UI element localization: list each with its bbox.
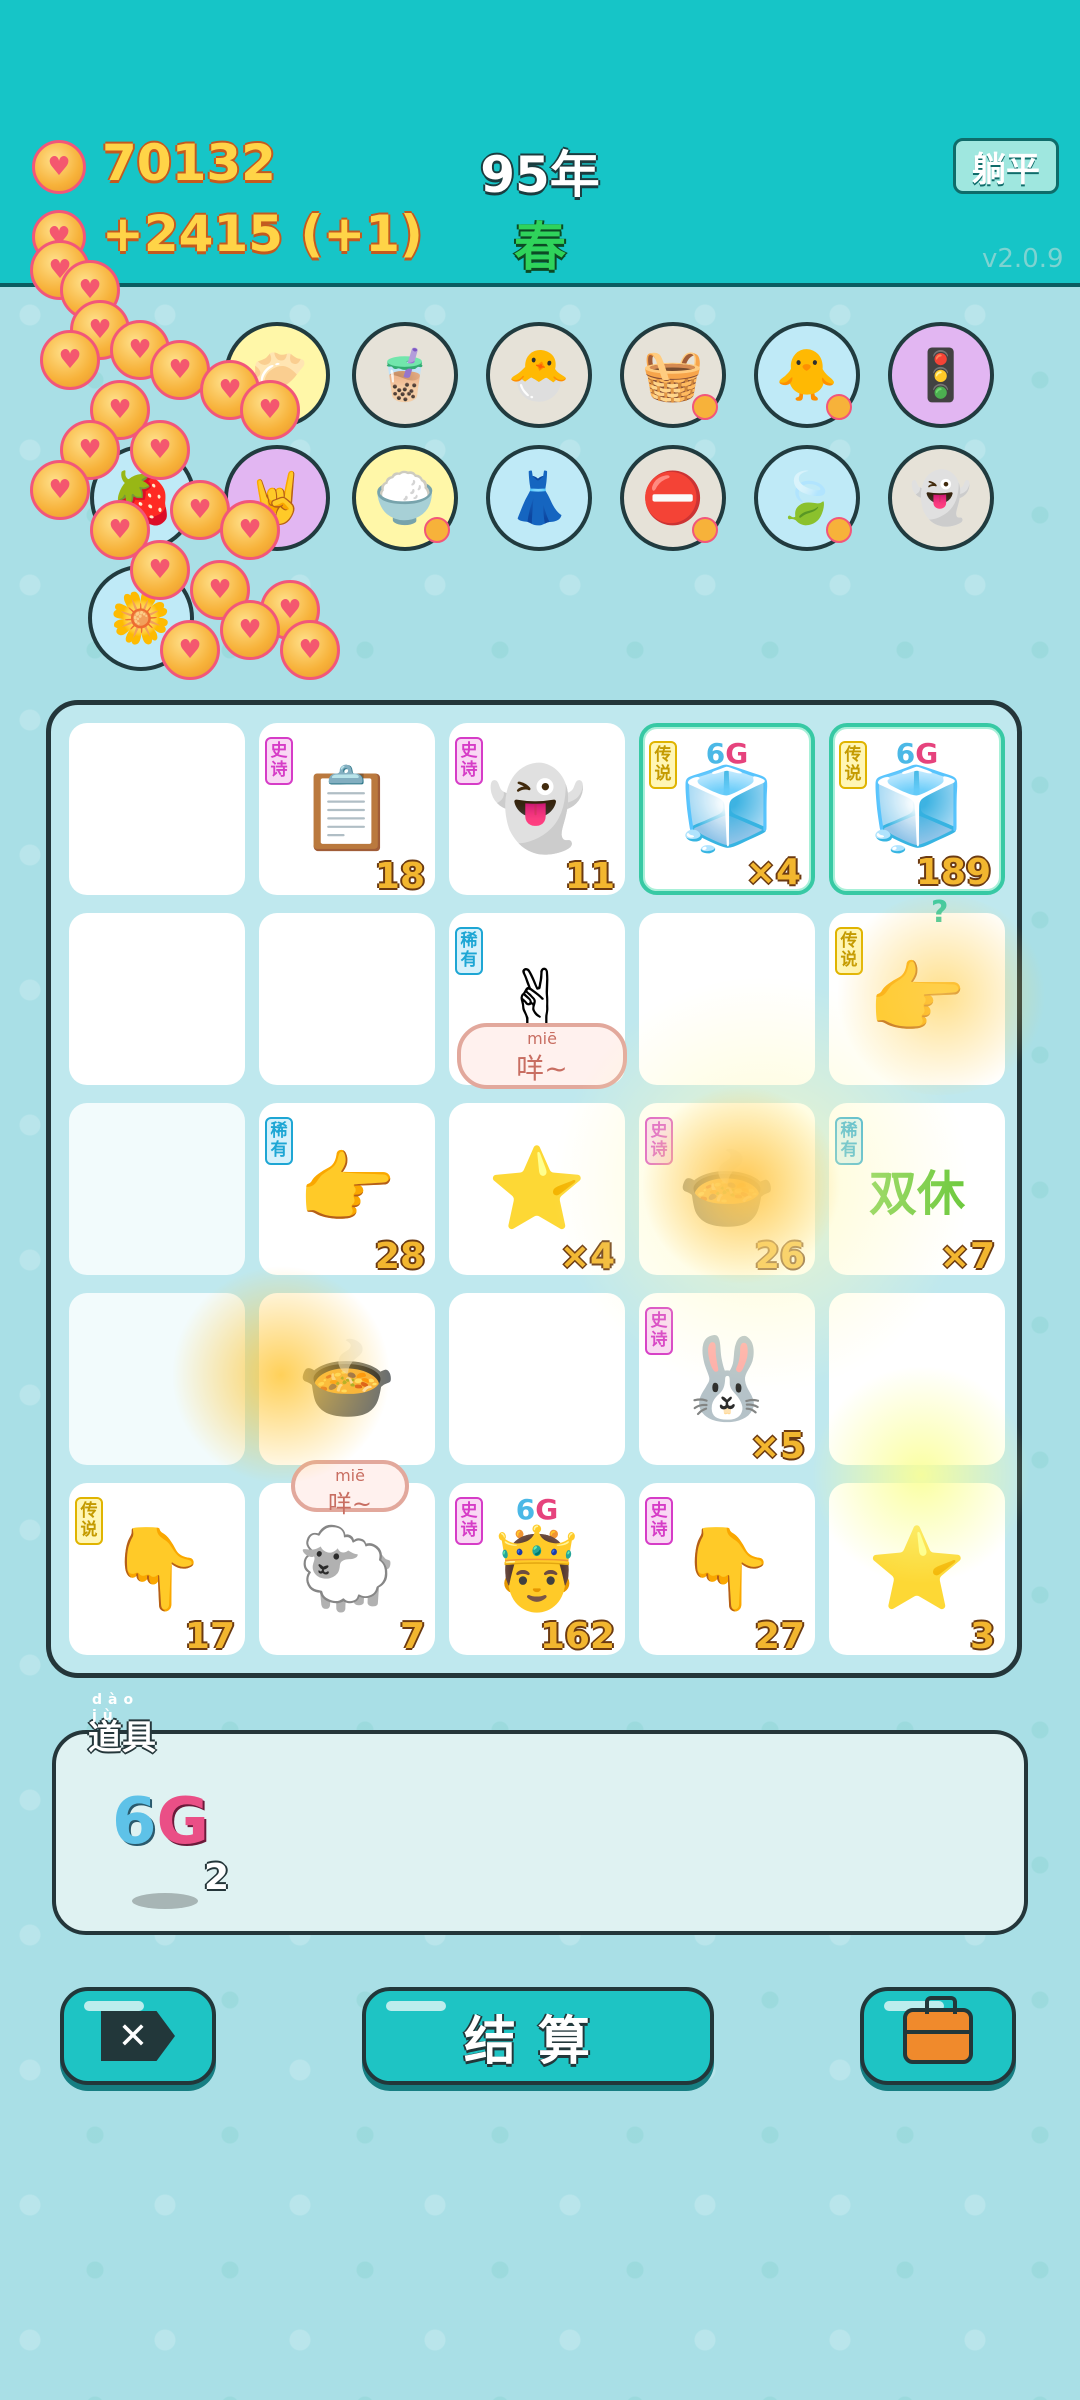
tile-copy-paste-card[interactable]: 📋 史诗 18 xyxy=(259,723,435,897)
tile-6g-king[interactable]: 🤴 6G 史诗 162 xyxy=(449,1483,625,1657)
year-label: 95年 xyxy=(480,146,600,204)
leaf-icon[interactable]: 🍃 xyxy=(754,445,860,551)
tile-count: ×4 xyxy=(559,1236,615,1277)
bubble-tea-icon[interactable]: 🧋 xyxy=(352,322,458,428)
rarity-tag: 史诗 xyxy=(645,1117,673,1165)
chick-egg-icon[interactable]: 🐥 xyxy=(754,322,860,428)
rarity-tag: 史诗 xyxy=(455,737,483,785)
tile-count: 27 xyxy=(754,1616,805,1657)
rarity-tag: 传说 xyxy=(835,927,863,975)
rarity-tag: 传说 xyxy=(649,741,677,789)
tile-6g-fridge[interactable]: 🧊 6G 传说 189 xyxy=(829,723,1005,895)
tile-empty[interactable] xyxy=(639,913,815,1085)
tile-empty[interactable] xyxy=(259,913,435,1085)
tile-pot-burst[interactable]: 🍲 xyxy=(259,1293,435,1465)
skip-button[interactable]: ✕ xyxy=(60,1987,216,2085)
6g-item-count: 2 xyxy=(204,1857,230,1898)
coin-badge-icon xyxy=(826,517,852,543)
pleated-skirt-icon[interactable]: 👗 xyxy=(486,445,592,551)
rarity-tag: 史诗 xyxy=(645,1497,673,1545)
tile-count: ×5 xyxy=(749,1426,805,1467)
pot-burst-icon: 🍲 xyxy=(297,1332,397,1425)
no-entry-icon[interactable]: ⛔ xyxy=(620,445,726,551)
tile-double-rest[interactable]: 双休 稀有 ×7 xyxy=(829,1103,1005,1277)
briefcase-icon xyxy=(903,1996,973,2064)
tile-count: 11 xyxy=(564,856,615,897)
rice-bowl-icon[interactable]: 🍚 xyxy=(352,445,458,551)
flying-coin-icon: ♥ xyxy=(240,380,300,440)
tile-count: ×7 xyxy=(939,1236,995,1277)
settle-button[interactable]: 结算 xyxy=(362,1987,714,2085)
slot-board: 📋 史诗 18 👻 史诗 11 🧊 6G 传说 ×4 🧊 6G 传说 189 ✌ 稀有 👉 传说 👉 稀有 28 ⭐ ×4 🍲… xyxy=(46,700,1051,1678)
tile-count: ×4 xyxy=(745,852,801,893)
rarity-tag: 史诗 xyxy=(645,1307,673,1355)
sheep-speech-bubble-small: miē 咩~ xyxy=(291,1460,409,1518)
version-label: v2.0.9 xyxy=(982,244,1064,274)
tile-count: 3 xyxy=(969,1616,995,1657)
item-shadow xyxy=(132,1893,198,1909)
close-icon: ✕ xyxy=(101,2011,175,2061)
rarity-tag: 史诗 xyxy=(265,737,293,785)
rarity-tag: 传说 xyxy=(75,1497,103,1545)
tile-empty[interactable] xyxy=(449,1293,625,1465)
tile-star[interactable]: ⭐ ×4 xyxy=(449,1103,625,1277)
items-title: dào jù 道具 xyxy=(88,1692,156,1758)
top-bar: ♥ 70132 ♥ +2415 (+1) 95年 春 躺平 v2.0.9 xyxy=(0,0,1080,287)
tile-count: 18 xyxy=(374,856,425,897)
coin-badge-icon xyxy=(692,394,718,420)
tile-count: 28 xyxy=(374,1236,425,1277)
rarity-tag: 史诗 xyxy=(455,1497,483,1545)
season-label: 春 xyxy=(513,218,566,278)
flying-coin-icon: ♥ xyxy=(160,620,220,680)
tile-yellow-hand[interactable]: 👇 传说 17 xyxy=(69,1483,245,1657)
rarity-tag: 稀有 xyxy=(455,927,483,975)
rarity-tag: 传说 xyxy=(839,741,867,789)
tile-empty[interactable] xyxy=(829,1293,1005,1465)
tile-grey-hand[interactable]: 👇 史诗 27 xyxy=(639,1483,815,1657)
tile-6g-fridge[interactable]: 🧊 6G 传说 ×4 xyxy=(639,723,815,895)
flying-coin-icon: ♥ xyxy=(220,500,280,560)
rarity-tag: 稀有 xyxy=(265,1117,293,1165)
traffic-light-icon[interactable]: 🚦 xyxy=(888,322,994,428)
tile-ghost[interactable]: 👻 史诗 11 xyxy=(449,723,625,897)
fruit-basket-icon[interactable]: 🧺 xyxy=(620,322,726,428)
rarity-tag: 稀有 xyxy=(835,1117,863,1165)
tile-count: 189 xyxy=(915,852,991,893)
coin-badge-icon xyxy=(826,394,852,420)
tile-coins-pile[interactable] xyxy=(69,1103,245,1275)
tile-pot[interactable]: 🍲 史诗 26 xyxy=(639,1103,815,1277)
tile-empty[interactable] xyxy=(69,723,245,895)
flying-coin-icon: ♥ xyxy=(280,620,340,680)
sheep-speech-bubble: miē 咩~ xyxy=(457,1023,627,1089)
flying-coin-icon: ♥ xyxy=(40,330,100,390)
lie-flat-button[interactable]: 躺平 xyxy=(953,138,1059,194)
chicken-egg-icon[interactable]: 🐣 xyxy=(486,322,592,428)
tile-rabbit-house[interactable]: 🐰 史诗 ×5 xyxy=(639,1293,815,1467)
tile-pointing-hand[interactable]: 👉 稀有 28 xyxy=(259,1103,435,1277)
flying-coin-icon: ♥ xyxy=(30,460,90,520)
tile-empty[interactable] xyxy=(69,913,245,1085)
flying-coin-icon: ♥ xyxy=(130,540,190,600)
tile-star-sheep[interactable]: ⭐ 3 xyxy=(829,1483,1005,1657)
coin-badge-icon xyxy=(692,517,718,543)
6g-item[interactable]: 6G xyxy=(112,1785,209,1859)
ghost-tongue-icon[interactable]: 👻 xyxy=(888,445,994,551)
question-mark: ? xyxy=(931,895,949,930)
tile-coins-pile[interactable] xyxy=(69,1293,245,1465)
tile-count: 7 xyxy=(399,1616,425,1657)
flying-coin-icon: ♥ xyxy=(130,420,190,480)
tile-gold-hand[interactable]: 👉 传说 xyxy=(829,913,1005,1085)
tile-count: 162 xyxy=(539,1616,615,1657)
flying-coin-icon: ♥ xyxy=(220,600,280,660)
tile-count: 17 xyxy=(184,1616,235,1657)
tile-count: 26 xyxy=(754,1236,805,1277)
coin-badge-icon xyxy=(424,517,450,543)
bag-button[interactable] xyxy=(860,1987,1016,2085)
